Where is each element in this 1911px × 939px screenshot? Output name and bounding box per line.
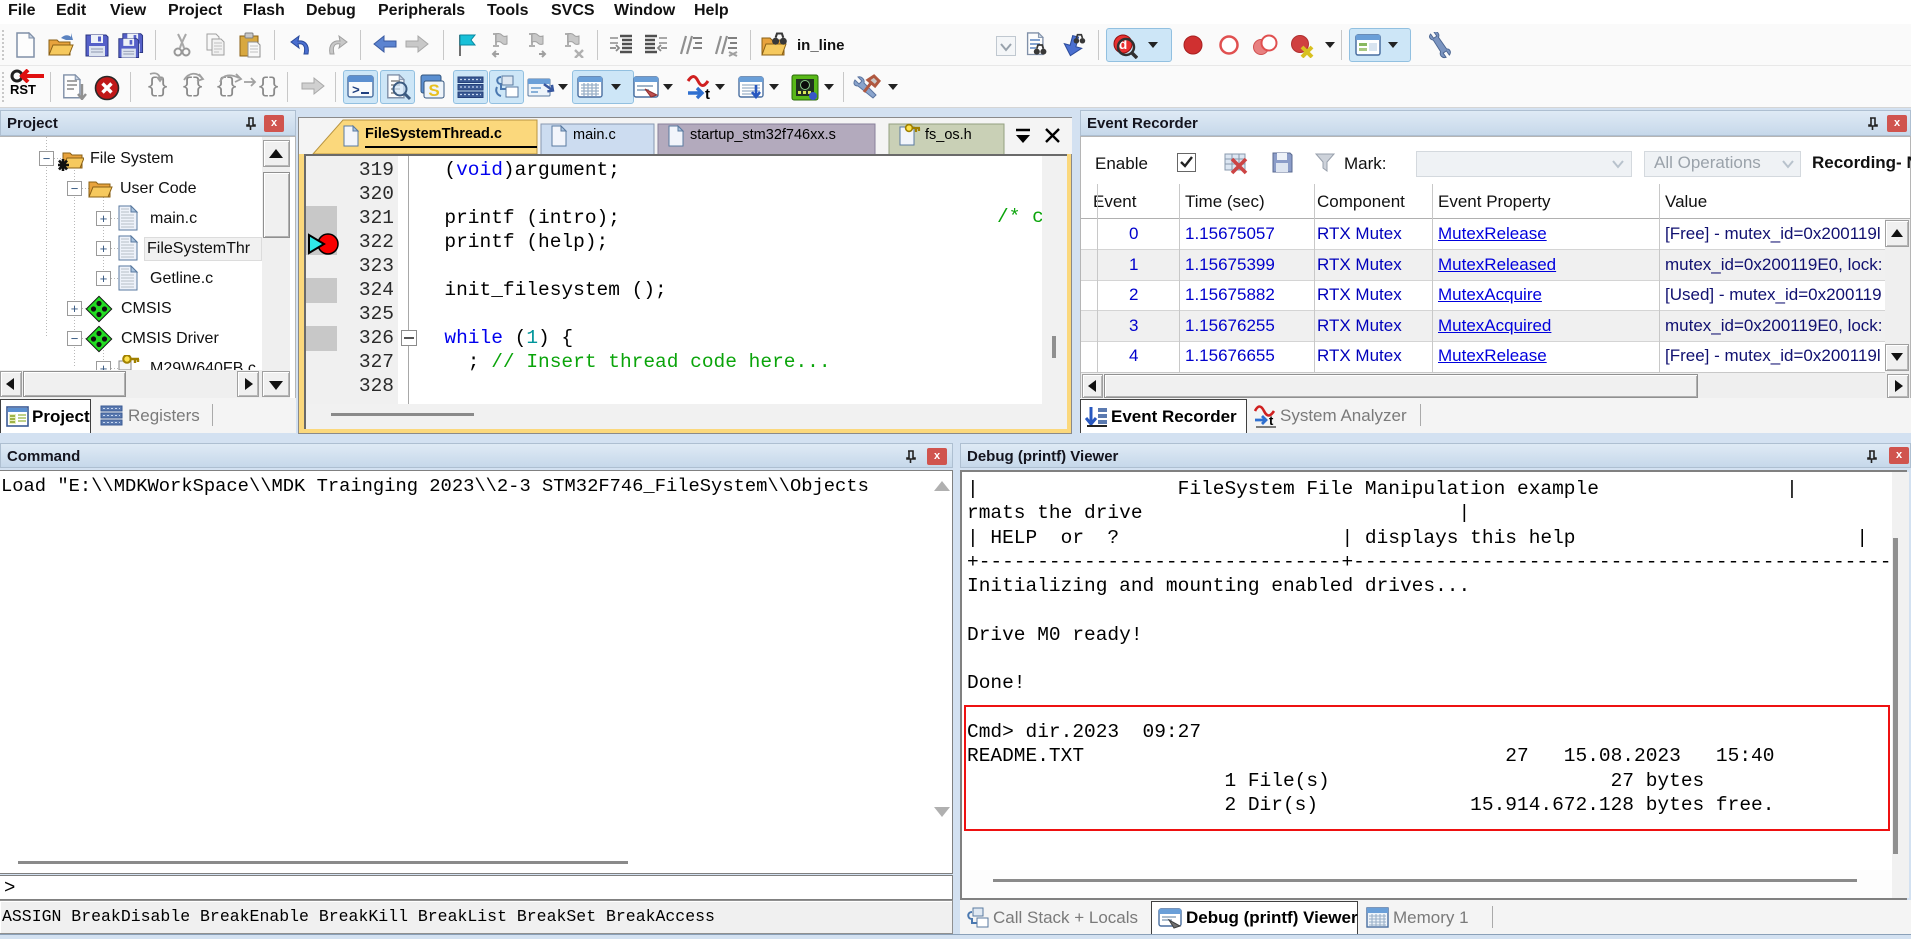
svg-text:S: S <box>428 81 439 100</box>
svg-text:t: t <box>1269 413 1274 428</box>
svg-text:>: > <box>352 83 360 98</box>
svg-text:t: t <box>705 86 710 101</box>
